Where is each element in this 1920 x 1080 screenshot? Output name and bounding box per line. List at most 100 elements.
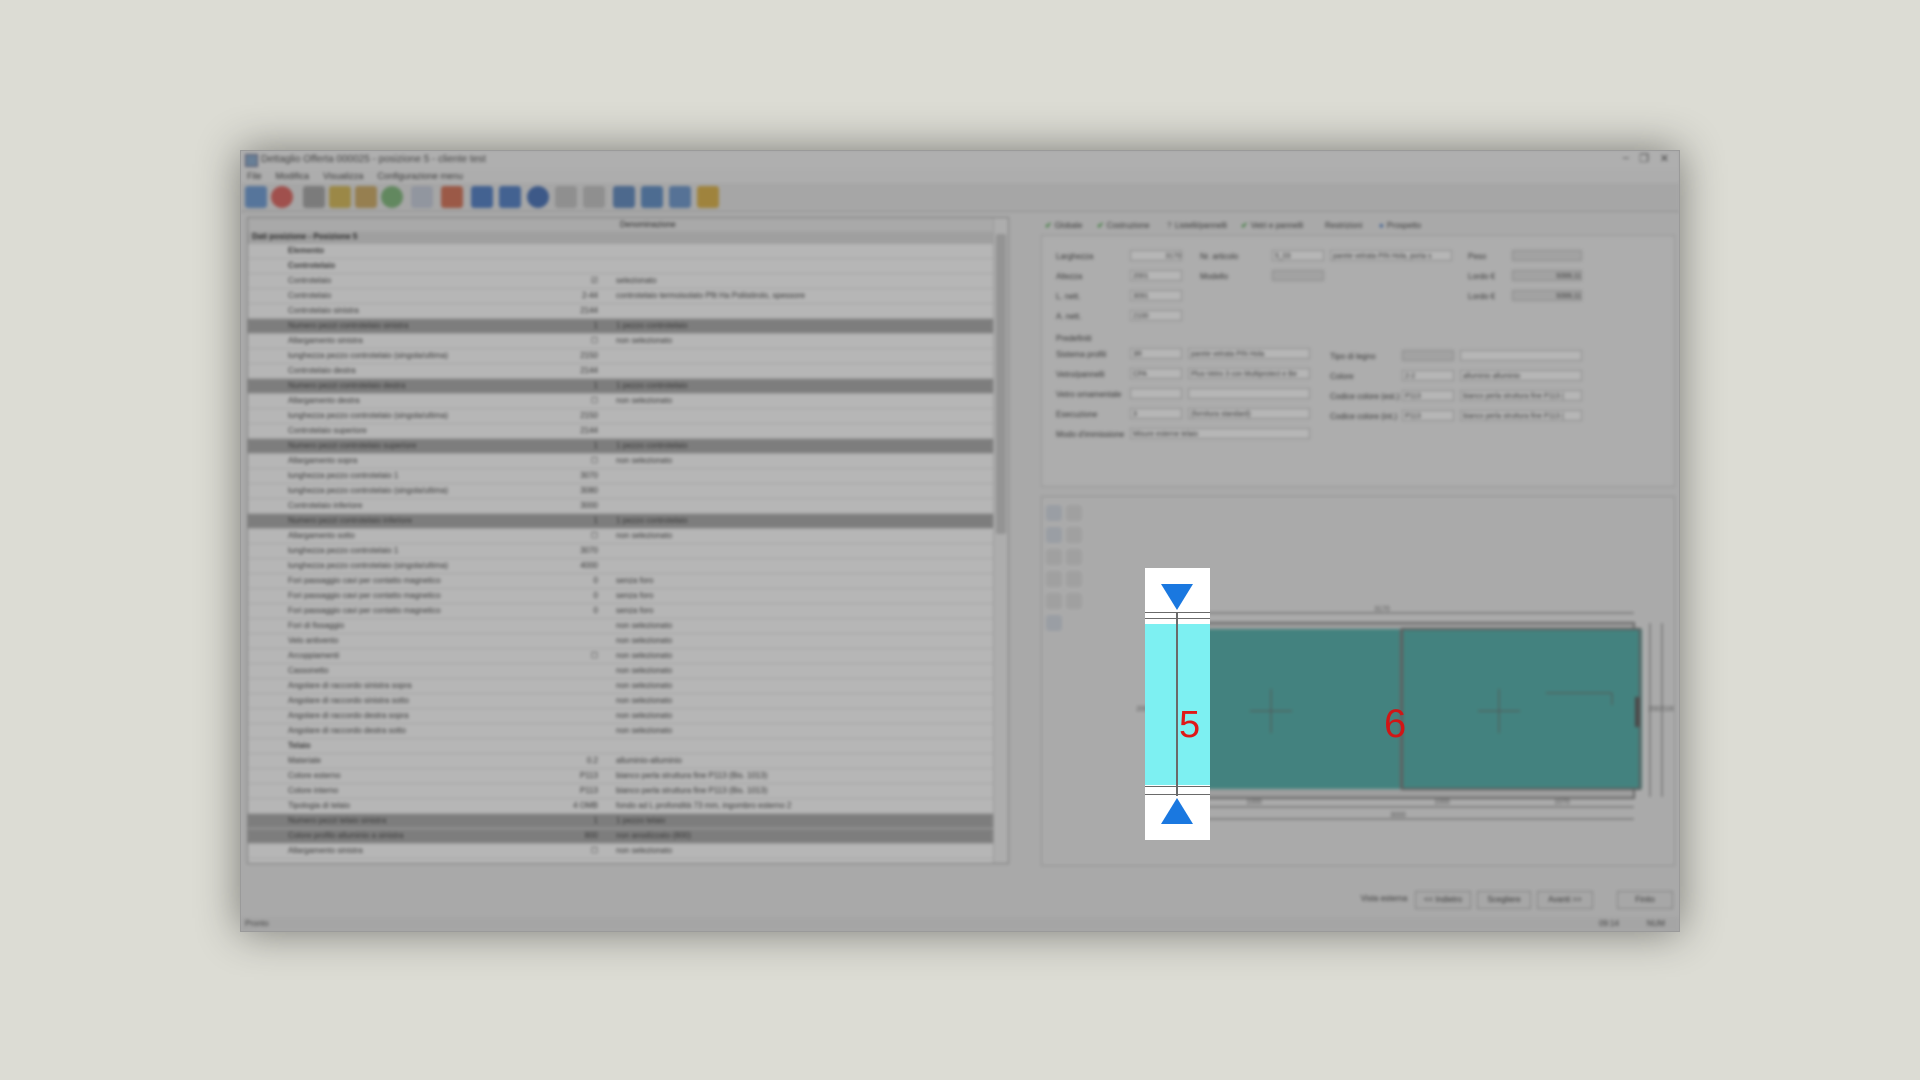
esecuzione-field[interactable]: 3: [1130, 408, 1182, 419]
cell-c3[interactable]: non selezionato: [616, 696, 822, 705]
table-row[interactable]: Allargamento sotto ☐ non selezionato: [248, 529, 994, 544]
cell-c2[interactable]: 4 OMB: [548, 801, 598, 810]
table-row[interactable]: Angolare di raccordo sinistra sopra non s…: [248, 679, 994, 694]
indietro-button[interactable]: << Indietro: [1415, 891, 1471, 909]
cell-c3[interactable]: non selezionato: [616, 666, 822, 675]
cell-c2[interactable]: 0.2: [548, 756, 598, 765]
cell-c3[interactable]: non selezionato: [616, 396, 822, 405]
globe-icon[interactable]: [245, 186, 267, 208]
colore-int-field[interactable]: P113: [1402, 410, 1454, 421]
fine-button[interactable]: Finito: [1617, 891, 1673, 909]
altezza-field[interactable]: 2001: [1130, 270, 1182, 281]
close-button[interactable]: ✕: [1660, 152, 1669, 165]
document-icon[interactable]: [411, 186, 433, 208]
vetro-field[interactable]: CPA: [1130, 368, 1182, 379]
table-row[interactable]: Numero pezzi controtelaio sinistra 1 1 pez…: [248, 319, 994, 334]
pencil-icon[interactable]: [303, 186, 325, 208]
sistema-field[interactable]: 3R: [1130, 348, 1182, 359]
cell-c2[interactable]: ☐: [548, 396, 598, 405]
cell-c2[interactable]: 3070: [548, 471, 598, 480]
table-row[interactable]: Velo antivento non selezionato: [248, 634, 994, 649]
cell-c3[interactable]: non selezionato: [616, 726, 822, 735]
wand-icon[interactable]: [329, 186, 351, 208]
dimensione-select[interactable]: Misure esterne telaio: [1130, 428, 1310, 439]
table-row[interactable]: Cassonetto non selezionato: [248, 664, 994, 679]
cell-c2[interactable]: P113: [548, 771, 598, 780]
vista-esterna-label[interactable]: Vista esterna: [1359, 891, 1409, 907]
cell-c3[interactable]: senza foro: [616, 606, 822, 615]
table-row[interactable]: Controtelaio ☑ selezionato: [248, 274, 994, 289]
table-row[interactable]: Controtelaio 2-44 controtelaio termoisolat…: [248, 289, 994, 304]
table-row[interactable]: lunghezza pezzo controtelaio (singola/ul…: [248, 484, 994, 499]
cell-c3[interactable]: senza foro: [616, 576, 822, 585]
table-row[interactable]: lunghezza pezzo controtelaio (singola/ul…: [248, 349, 994, 364]
cell-c3[interactable]: bianco perla struttura fine P113 (Bis. 1…: [616, 786, 822, 795]
cell-c2[interactable]: ☐: [548, 651, 598, 660]
cell-c2[interactable]: ☑: [548, 276, 598, 285]
pin-icon[interactable]: [441, 186, 463, 208]
resize-handle-bottom-icon[interactable]: [1161, 798, 1193, 824]
cell-c2[interactable]: 1: [548, 381, 598, 390]
cell-c2[interactable]: ☐: [548, 846, 598, 855]
cell-c3[interactable]: non selezionato: [616, 846, 822, 855]
cell-c3[interactable]: non selezionato: [616, 636, 822, 645]
tab-restrizioni[interactable]: Restrizioni: [1325, 221, 1362, 230]
table-row[interactable]: Numero pezzi controtelaio destra 1 1 pezzo…: [248, 379, 994, 394]
cell-c3[interactable]: bianco perla struttura fine P113 (Bis. 1…: [616, 771, 822, 780]
modello-field[interactable]: [1272, 270, 1324, 281]
table-row[interactable]: Numero pezzi controtelaio inferiore 1 1 pe…: [248, 514, 994, 529]
cell-c2[interactable]: 0: [548, 576, 598, 585]
stop-icon[interactable]: [271, 186, 293, 208]
cell-c3[interactable]: selezionato: [616, 276, 822, 285]
palette-icon[interactable]: [381, 186, 403, 208]
first-icon[interactable]: [471, 186, 493, 208]
table-row[interactable]: Controtelaio sinistra 2144: [248, 304, 994, 319]
cell-c2[interactable]: 2150: [548, 411, 598, 420]
cell-c3[interactable]: non selezionato: [616, 456, 822, 465]
cell-c2[interactable]: ☐: [548, 456, 598, 465]
grid-scrollbar[interactable]: [993, 218, 1008, 863]
image-icon[interactable]: [669, 186, 691, 208]
table-row[interactable]: Colore esterno P113 bianco perla struttura…: [248, 769, 994, 784]
tab-prospetto[interactable]: ● Prospetto: [1379, 221, 1421, 230]
cell-c3[interactable]: non selezionato: [616, 621, 822, 630]
tab-listelli[interactable]: ? Listelli/pannelli: [1167, 221, 1227, 230]
cell-c2[interactable]: 4000: [548, 561, 598, 570]
table-row[interactable]: Angolare di raccordo destra sotto non sel…: [248, 724, 994, 739]
prev-icon[interactable]: [499, 186, 521, 208]
table-row[interactable]: Colore profilo alluminio a sinistra 800 no…: [248, 829, 994, 844]
table-row[interactable]: Fori passaggio cavi per contatto magneti…: [248, 574, 994, 589]
table-row[interactable]: Elemento: [248, 244, 994, 259]
table-row[interactable]: Numero pezzi telaio sinistra 1 1 pezzo tel…: [248, 814, 994, 829]
scegliere-button[interactable]: Scegliere: [1477, 891, 1531, 909]
cell-c3[interactable]: non selezionato: [616, 651, 822, 660]
aluce-field[interactable]: 2100: [1130, 310, 1182, 321]
table-row[interactable]: Controtelaio superiore 2144: [248, 424, 994, 439]
next-icon[interactable]: [555, 186, 577, 208]
table-row[interactable]: Numero pezzi controtelaio superiore 1 1 pe…: [248, 439, 994, 454]
table-row[interactable]: Colore interno P113 bianco perla struttura…: [248, 784, 994, 799]
narticolo-field[interactable]: 5_03: [1272, 250, 1324, 261]
tab-costruzione[interactable]: ✔ Costruzione: [1097, 221, 1149, 230]
cell-c2[interactable]: 3070: [548, 546, 598, 555]
table-row[interactable]: Allargamento sinistra ☐ non selezionato: [248, 844, 994, 859]
cell-c2[interactable]: 3000: [548, 501, 598, 510]
menu-visualizza[interactable]: Visualizza: [323, 169, 363, 183]
cell-c2[interactable]: 1: [548, 441, 598, 450]
table-row[interactable]: Controtelaio destra 2144: [248, 364, 994, 379]
cell-c2[interactable]: ☐: [548, 531, 598, 540]
table-row[interactable]: Fori di fissaggio non selezionato: [248, 619, 994, 634]
cell-c3[interactable]: alluminio-alluminio: [616, 756, 822, 765]
cell-c3[interactable]: fondo ad L profondità 73 mm, ingombro es…: [616, 801, 822, 810]
cell-c2[interactable]: 1: [548, 321, 598, 330]
cell-c2[interactable]: 1: [548, 816, 598, 825]
menu-configurazione[interactable]: Configurazione menu: [377, 169, 463, 183]
cell-c2[interactable]: 2144: [548, 426, 598, 435]
table-row[interactable]: lunghezza pezzo controtelaio 1 3070: [248, 469, 994, 484]
table-row[interactable]: Tipologia di telaio 4 OMB fondo ad L profo…: [248, 799, 994, 814]
wand2-icon[interactable]: [355, 186, 377, 208]
cell-c3[interactable]: non selezionato: [616, 336, 822, 345]
table-row[interactable]: Materiale 0.2 alluminio-alluminio: [248, 754, 994, 769]
bug-icon[interactable]: [697, 186, 719, 208]
cell-c3[interactable]: non selezionato: [616, 531, 822, 540]
